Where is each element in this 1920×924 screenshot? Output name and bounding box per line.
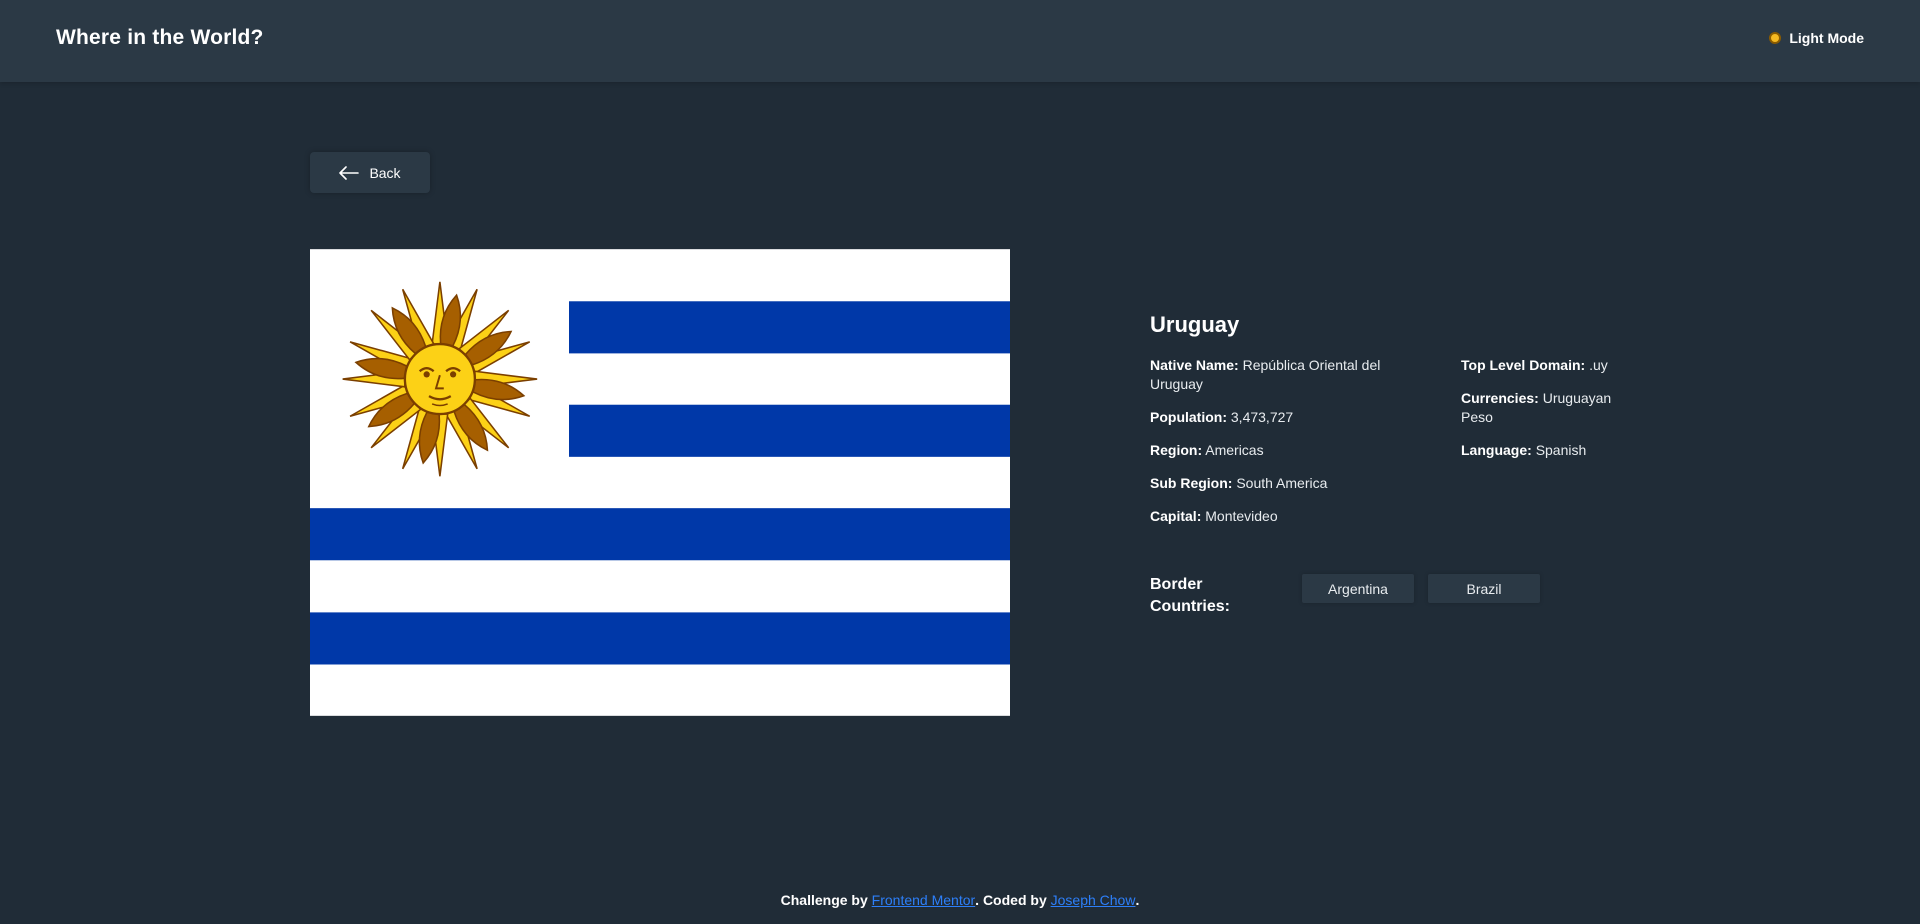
population-value: 3,473,727 [1230,409,1294,425]
back-button-label: Back [369,164,401,181]
capital-value: Montevideo [1205,508,1278,524]
sun-of-may-emblem [342,281,538,477]
info-column-right: Top Level Domain: .uy Currencies: Urugua… [1461,356,1641,474]
native-name-label: Native Name [1150,357,1235,373]
site-header: Where in the World? Light Mode [0,0,1920,82]
frontend-mentor-link[interactable]: Frontend Mentor [872,892,976,908]
language-label: Language [1461,442,1528,458]
capital-row: Capital: Montevideo [1150,508,1278,524]
author-link[interactable]: Joseph Chow [1051,892,1136,908]
region-row: Region: Americas [1150,442,1264,458]
tld-row: Top Level Domain: .uy [1461,357,1608,373]
arrow-left-icon [339,165,360,180]
population-row: Population: 3,473,727 [1150,409,1294,425]
tld-value: .uy [1589,357,1608,373]
language-value: Spanish [1535,442,1587,458]
footer-prefix: Challenge by [780,892,872,908]
theme-toggle-label: Light Mode [1789,30,1864,46]
language-row: Language: Spanish [1461,442,1587,458]
country-flag-image [310,249,1010,716]
info-column-left: Native Name: República Oriental del Urug… [1150,356,1390,540]
native-name-row: Native Name: República Oriental del Urug… [1150,357,1381,392]
footer-middle: . Coded by [975,892,1051,908]
border-country-brazil[interactable]: Brazil [1428,574,1540,603]
border-countries-label: Border Countries: [1150,576,1230,615]
app-title: Where in the World? [56,26,264,49]
region-label: Region [1150,442,1198,458]
footer-suffix: . [1135,892,1140,908]
border-country-argentina[interactable]: Argentina [1302,574,1414,603]
sub-region-row: Sub Region: South America [1150,475,1328,491]
tld-label: Top Level Domain [1461,357,1581,373]
sub-region-value: South America [1236,475,1328,491]
currencies-label: Currencies [1461,390,1535,406]
back-button[interactable]: Back [310,152,430,193]
capital-label: Capital [1150,508,1197,524]
country-info: Native Name: República Oriental del Urug… [1150,356,1670,546]
population-label: Population [1150,409,1223,425]
sun-icon [1769,32,1782,44]
country-details: Uruguay Native Name: República Oriental … [1150,312,1670,615]
page-footer: Challenge by Frontend Mentor. Coded by J… [0,892,1920,908]
region-value: Americas [1205,442,1264,458]
country-name: Uruguay [1150,312,1240,337]
theme-toggle-button[interactable]: Light Mode [1769,30,1864,46]
sub-region-label: Sub Region [1150,475,1228,491]
currencies-row: Currencies: Uruguayan Peso [1461,390,1612,425]
